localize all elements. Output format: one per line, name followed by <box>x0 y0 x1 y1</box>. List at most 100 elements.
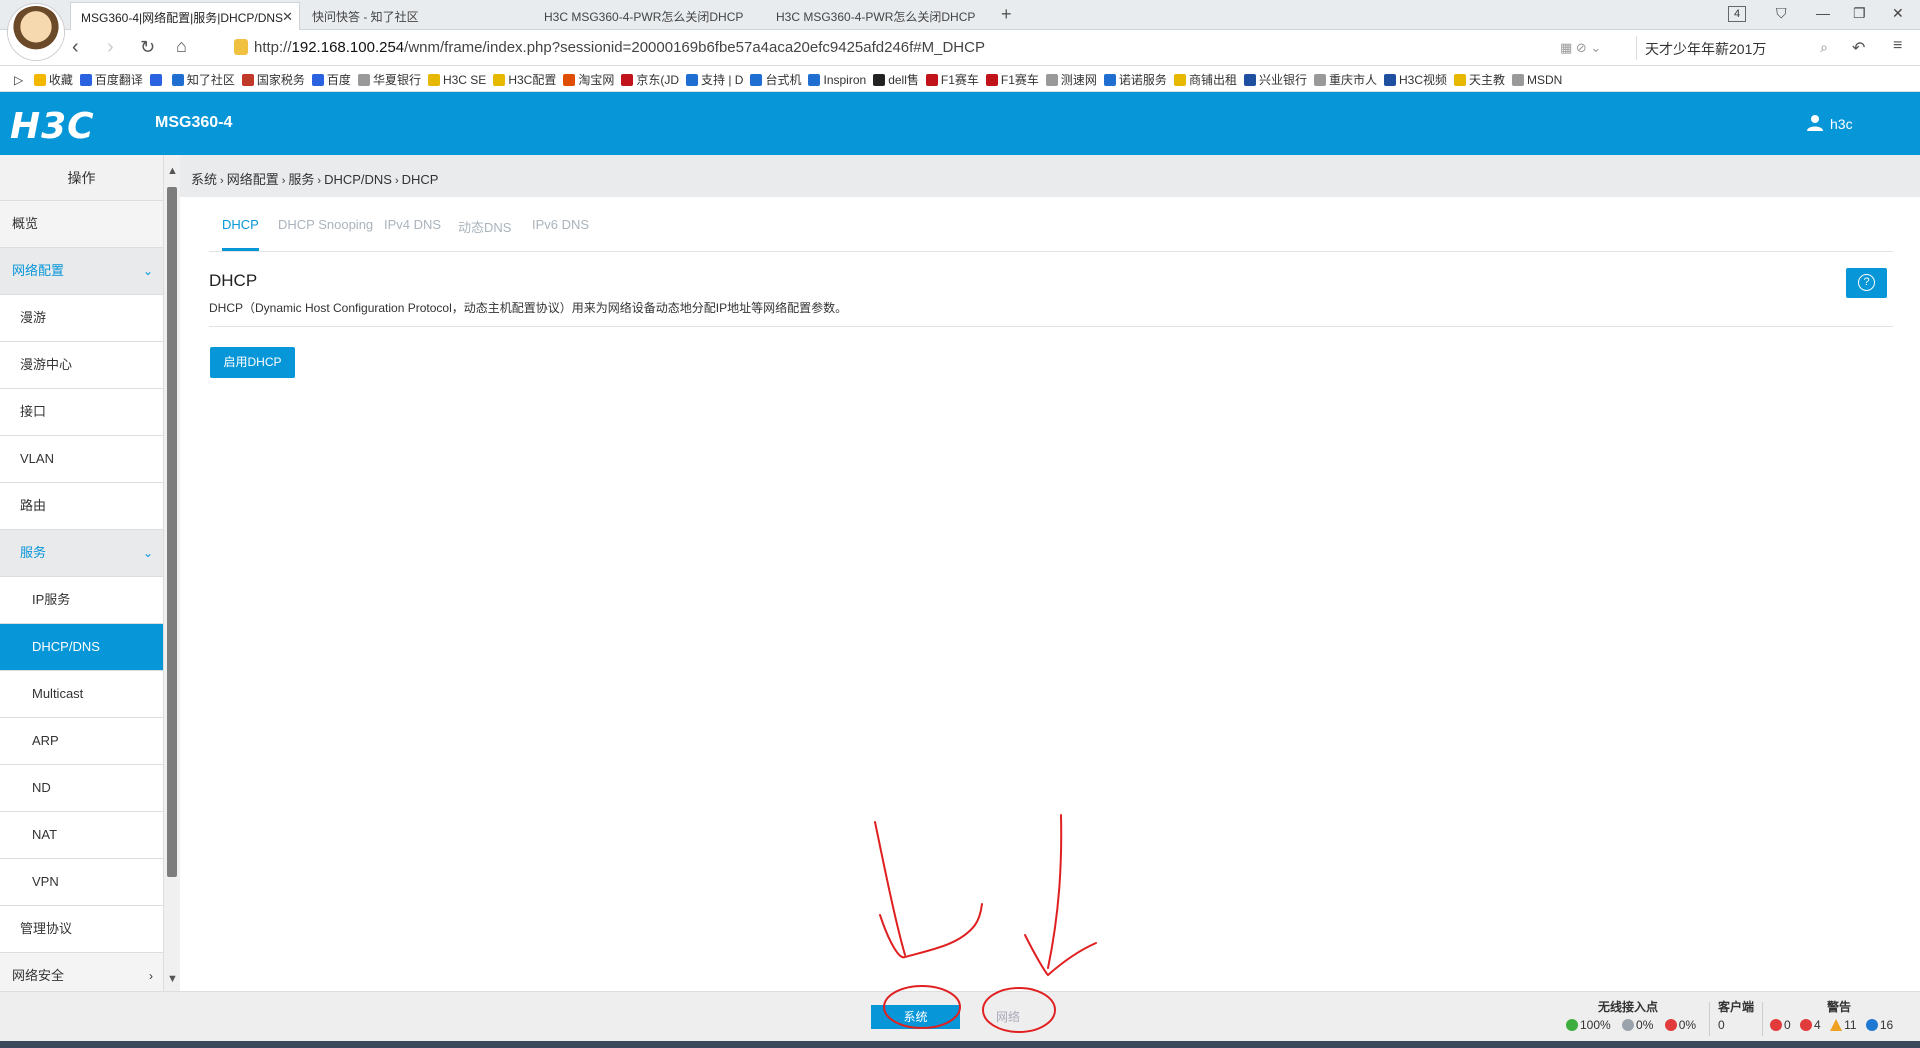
sidebar-item[interactable]: IP服务 <box>0 577 163 624</box>
tab-ipv6-dns[interactable]: IPv6 DNS <box>532 217 589 248</box>
sidebar-item[interactable]: 服务 ⌄ <box>0 530 163 577</box>
ap-fault-percent: 0% <box>1678 1018 1697 1032</box>
bookmark-item[interactable]: 知了社区 <box>171 66 242 88</box>
new-tab-icon[interactable]: + <box>1001 4 1012 25</box>
bookmark-item[interactable]: H3C视频 <box>1383 66 1454 88</box>
scrollbar-thumb[interactable] <box>167 187 177 877</box>
system-button[interactable]: 系统 <box>871 1005 960 1029</box>
reload-icon[interactable]: ↻ <box>140 37 155 58</box>
bookmark-item[interactable]: 商铺出租 <box>1173 66 1244 88</box>
bookmark-item[interactable]: 收藏 <box>33 66 80 88</box>
sidebar-item[interactable]: NAT <box>0 812 163 859</box>
bookmark-item[interactable]: 国家税务 <box>241 66 312 88</box>
bookmark-icon <box>1454 74 1466 86</box>
minimize-icon[interactable]: — <box>1816 5 1830 21</box>
breadcrumb-item[interactable]: 系统 <box>191 172 217 187</box>
bookmark-item[interactable]: 华夏银行 <box>357 66 428 88</box>
bookmark-label: 诺诺服务 <box>1118 73 1167 87</box>
close-window-icon[interactable]: ✕ <box>1892 5 1904 22</box>
home-icon[interactable]: ⌂ <box>176 36 187 57</box>
sidebar-item[interactable]: 网络安全 › <box>0 953 163 991</box>
shirt-icon[interactable]: ⛉ <box>1776 5 1787 22</box>
bookmark-item[interactable]: 京东(JD <box>621 66 686 88</box>
help-button[interactable]: ? <box>1846 268 1887 298</box>
tab-ipv4-dns[interactable]: IPv4 DNS <box>384 217 441 248</box>
scroll-up-icon[interactable]: ▲ <box>167 165 178 177</box>
breadcrumb-item[interactable]: 网络配置 <box>227 172 279 187</box>
enable-dhcp-button[interactable]: 启用DHCP <box>210 347 295 378</box>
browser-tab[interactable]: H3C MSG360-4-PWR怎么关闭DHCP <box>766 2 996 30</box>
scroll-down-icon[interactable]: ▼ <box>167 973 178 985</box>
sidebar-item[interactable]: 接口 <box>0 389 163 436</box>
sidebar-item[interactable]: 路由 <box>0 483 163 530</box>
bookmark-item[interactable]: H3C配置 <box>493 66 563 88</box>
sidebar-item[interactable]: 管理协议 <box>0 906 163 953</box>
network-button[interactable]: 网络 <box>978 1005 1038 1029</box>
major-alarm-count: 4 <box>1814 1018 1821 1032</box>
bookmark-item[interactable]: dell售 <box>873 66 926 88</box>
sidebar-item[interactable]: ND <box>0 765 163 812</box>
bookmark-item[interactable]: 诺诺服务 <box>1103 66 1174 88</box>
sidebar-item[interactable]: Multicast <box>0 671 163 718</box>
back-icon[interactable]: ‹ <box>72 36 79 59</box>
user-menu[interactable]: h3c <box>1806 114 1853 132</box>
sidebar-item-label: ND <box>32 780 51 795</box>
client-count[interactable]: 0 <box>1718 1018 1725 1032</box>
bookmark-icon <box>1313 74 1326 86</box>
sidebar-item[interactable]: VPN <box>0 859 163 906</box>
search-input[interactable]: 天才少年年薪201万 ⌕ <box>1636 36 1836 60</box>
browser-tab[interactable]: H3C MSG360-4-PWR怎么关闭DHCP <box>534 2 764 30</box>
bookmark-item[interactable]: F1赛车 <box>985 66 1046 88</box>
bookmark-item[interactable]: MSDN <box>1512 68 1569 87</box>
bookmark-item[interactable]: Inspiron <box>808 68 873 87</box>
bookmark-item[interactable]: 淘宝网 <box>563 66 621 88</box>
bookmark-item[interactable]: F1赛车 <box>925 66 986 88</box>
bookmark-item[interactable]: 支持 | D <box>686 66 750 88</box>
tab-dhcp-snooping[interactable]: DHCP Snooping <box>278 217 373 248</box>
bookmark-item[interactable] <box>149 68 172 87</box>
sidebar-item[interactable]: VLAN <box>0 436 163 483</box>
sidebar-item[interactable]: 概览 <box>0 201 163 248</box>
restore-icon[interactable]: ❐ <box>1853 5 1866 22</box>
bookmark-icon <box>357 74 370 86</box>
undo-icon[interactable]: ↶ <box>1852 38 1865 58</box>
bookmark-item[interactable]: 台式机 <box>750 66 808 88</box>
bookmark-item[interactable]: 百度翻译 <box>79 66 150 88</box>
browser-tab[interactable]: 快问快答 - 知了社区 <box>302 2 532 30</box>
menu-icon[interactable]: ≡ <box>1893 37 1902 55</box>
ap-stats[interactable]: 100% 0% 0% <box>1566 1018 1696 1032</box>
bookmarks-toggle-icon[interactable]: ▷ <box>0 68 30 87</box>
chevron-right-icon: › <box>149 969 153 983</box>
sidebar-item-label: 接口 <box>20 404 47 419</box>
address-bar[interactable]: http://192.168.100.254/wnm/frame/index.p… <box>228 35 1568 61</box>
bookmark-icon <box>621 74 634 86</box>
bookmark-item[interactable]: 测速网 <box>1045 66 1104 88</box>
sidebar-item[interactable]: 网络配置 ⌄ <box>0 248 163 295</box>
close-tab-icon[interactable]: ✕ <box>282 9 293 25</box>
sidebar-item[interactable]: 漫游 <box>0 295 163 342</box>
alarm-stats[interactable]: 0 4 11 16 <box>1770 1018 1893 1032</box>
breadcrumb-item[interactable]: DHCP/DNS <box>324 172 392 187</box>
grid-icon[interactable]: ▦ ⊘ ⌄ <box>1560 40 1601 56</box>
page-title: DHCP <box>209 271 258 290</box>
tab-dhcp[interactable]: DHCP <box>222 217 259 251</box>
search-icon[interactable]: ⌕ <box>1820 39 1828 56</box>
tab-dynamic-dns[interactable]: 动态DNS <box>458 217 511 252</box>
tab-title: 快问快答 - 知了社区 <box>312 10 419 24</box>
bookmark-item[interactable]: H3C SE <box>427 68 493 87</box>
tab-count-badge[interactable]: 4 <box>1728 6 1746 22</box>
bookmark-item[interactable]: 百度 <box>311 66 358 88</box>
profile-avatar[interactable] <box>8 4 64 60</box>
sidebar-item[interactable]: ARP <box>0 718 163 765</box>
major-alarm-icon <box>1800 1019 1813 1031</box>
forward-icon[interactable]: › <box>107 36 114 59</box>
sidebar-scrollbar[interactable]: ▲ ▼ <box>163 155 180 991</box>
breadcrumb-item[interactable]: 服务 <box>288 172 314 187</box>
sidebar-item[interactable]: 漫游中心 <box>0 342 163 389</box>
sidebar-item[interactable]: DHCP/DNS <box>0 624 163 671</box>
browser-tab-active[interactable]: MSG360-4|网络配置|服务|DHCP/DNS ✕ <box>70 2 300 30</box>
bookmark-item[interactable]: 重庆市人 <box>1313 66 1384 88</box>
bookmark-item[interactable]: 天主教 <box>1454 66 1512 88</box>
bookmark-item[interactable]: 兴业银行 <box>1243 66 1314 88</box>
bookmark-icon <box>1045 74 1058 86</box>
